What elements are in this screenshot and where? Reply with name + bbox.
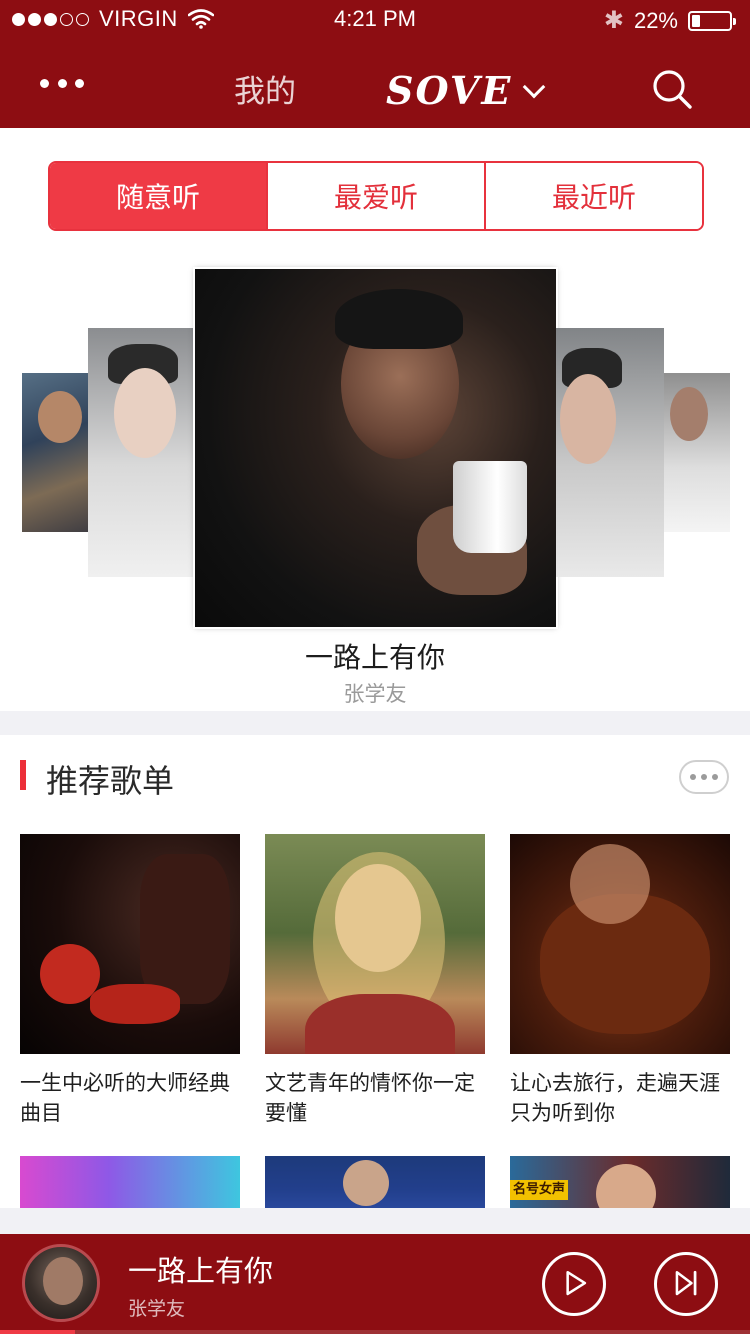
mini-player: 一路上有你 张学友 xyxy=(0,1234,750,1334)
album-cover-right[interactable] xyxy=(556,328,664,577)
playlist-title-3[interactable]: 让心去旅行，走遍天涯只为听到你 xyxy=(510,1068,736,1128)
battery-icon xyxy=(688,10,736,31)
more-dots-icon[interactable] xyxy=(40,70,84,96)
playback-progress[interactable] xyxy=(0,1330,750,1334)
listen-mode-tabs: 随意听 最爱听 最近听 xyxy=(48,161,704,231)
nav-mine-link[interactable]: 我的 xyxy=(234,66,296,111)
album-cover-featured[interactable] xyxy=(195,269,556,627)
bluetooth-icon: ✱ xyxy=(603,7,624,34)
album-cover-far-right[interactable] xyxy=(664,373,730,532)
album-cover-far-left[interactable] xyxy=(22,373,90,532)
status-right: ✱ 22% xyxy=(603,6,736,35)
status-bar: VIRGIN 4:21 PM ✱ 22% xyxy=(0,0,750,40)
playlist-title-1[interactable]: 一生中必听的大师经典曲目 xyxy=(20,1068,246,1128)
playlist-title-2[interactable]: 文艺青年的情怀你一定要懂 xyxy=(265,1068,491,1128)
play-icon[interactable] xyxy=(542,1252,606,1316)
now-playing-artist: 张学友 xyxy=(128,1298,186,1320)
content-fade xyxy=(0,1208,750,1234)
cup-shape xyxy=(453,461,527,553)
playlist-cover-2[interactable] xyxy=(265,834,485,1054)
playlist-cover-3[interactable] xyxy=(510,834,730,1054)
section-accent-bar xyxy=(20,760,26,790)
now-playing-title[interactable]: 一路上有你 xyxy=(128,1248,273,1290)
nav-bar: 我的 SOVE xyxy=(0,40,750,128)
now-playing-avatar[interactable] xyxy=(22,1244,100,1322)
playlist-cover-4[interactable] xyxy=(20,1156,240,1212)
playlist-cover-1[interactable] xyxy=(20,834,240,1054)
skip-next-icon[interactable] xyxy=(654,1252,718,1316)
playlist-cover-6[interactable]: 名号女声 xyxy=(510,1156,730,1212)
battery-percentage: 22% xyxy=(633,7,678,33)
section-divider xyxy=(0,711,750,735)
tab-recent-listen[interactable]: 最近听 xyxy=(484,163,702,229)
brand-logo: SOVE xyxy=(386,68,513,113)
featured-song-title: 一路上有你 xyxy=(304,641,445,674)
chevron-down-icon xyxy=(523,75,546,98)
app-header: VIRGIN 4:21 PM ✱ 22% 我的 SOVE xyxy=(0,0,750,128)
brand-dropdown[interactable]: SOVE xyxy=(386,68,546,113)
show-logo-badge: 名号女声 xyxy=(510,1180,568,1200)
tab-random-listen[interactable]: 随意听 xyxy=(50,163,266,229)
tab-favorite-listen[interactable]: 最爱听 xyxy=(266,163,484,229)
more-dots-icon[interactable] xyxy=(679,760,729,794)
featured-song-artist: 张学友 xyxy=(343,682,407,706)
playlist-cover-5[interactable] xyxy=(265,1156,485,1212)
section-title: 推荐歌单 xyxy=(46,762,175,800)
album-cover-left[interactable] xyxy=(88,328,194,577)
search-icon[interactable] xyxy=(651,68,693,110)
